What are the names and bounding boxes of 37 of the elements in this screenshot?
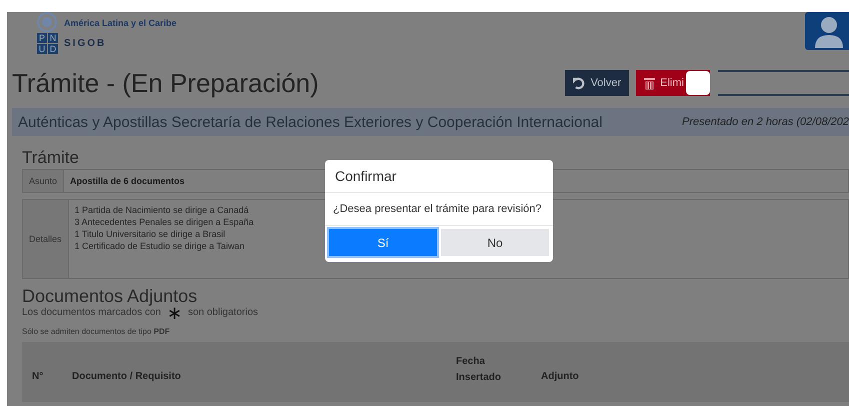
detail-line: 1 Titulo Universitario se dirige a Brasil xyxy=(74,229,226,239)
column-header: N° xyxy=(31,370,44,382)
logo-letter: U xyxy=(37,44,47,54)
input-field[interactable] xyxy=(718,70,849,96)
file-type-hint: Sólo se admiten documentos de tipo PDF xyxy=(22,326,171,336)
office-name: Auténticas y Apostillas Secretaría de Relaciones Exteriores y Cooperación Internacional xyxy=(18,114,602,130)
region-name: América Latina y el Caribe xyxy=(64,18,177,28)
undo-icon xyxy=(572,76,586,90)
emblem-icon xyxy=(37,12,57,32)
field-label: Asunto xyxy=(23,170,64,192)
column-header: Fecha Insertado xyxy=(456,354,502,385)
no-button[interactable]: No xyxy=(441,229,549,256)
back-button[interactable]: Volver xyxy=(564,70,630,96)
user-avatar-icon[interactable] xyxy=(805,12,849,50)
logo-letter: N xyxy=(48,33,58,43)
section-heading: Documentos Adjuntos xyxy=(22,287,198,307)
field-label: Detalles xyxy=(23,200,69,278)
required-note: Los documentos marcados con xyxy=(22,307,161,318)
logo-letter: P xyxy=(37,33,47,43)
detail-line: 1 Certificado de Estudio se dirige a Taiwan xyxy=(74,241,246,251)
dialog-message: ¿Desea presentar el trámite para revisión? xyxy=(325,193,553,226)
subject-value: Apostilla de 6 documentos xyxy=(69,175,186,188)
page-title: Trámite - (En Preparación) xyxy=(12,68,319,98)
column-header: Adjunto xyxy=(541,370,579,382)
dialog-title: Confirmar xyxy=(325,160,553,193)
trash-icon xyxy=(644,76,656,90)
blank-tooltip xyxy=(686,71,710,95)
required-mark: ∗ xyxy=(166,306,182,319)
detail-line: 3 Antecedentes Penales se dirigen a España xyxy=(74,217,254,227)
section-heading: Trámite xyxy=(22,148,80,168)
logo-letter: D xyxy=(48,44,58,54)
required-note: son obligatorios xyxy=(188,307,258,318)
detail-line: 1 Partida de Nacimiento se dirige a Canadá xyxy=(74,205,250,215)
presented-time: Presentado en 2 horas (02/08/202 xyxy=(681,116,849,128)
column-header: Documento / Requisito xyxy=(72,370,182,382)
product-logo: SIGOB xyxy=(64,38,108,49)
yes-button[interactable]: Sí xyxy=(329,229,437,256)
